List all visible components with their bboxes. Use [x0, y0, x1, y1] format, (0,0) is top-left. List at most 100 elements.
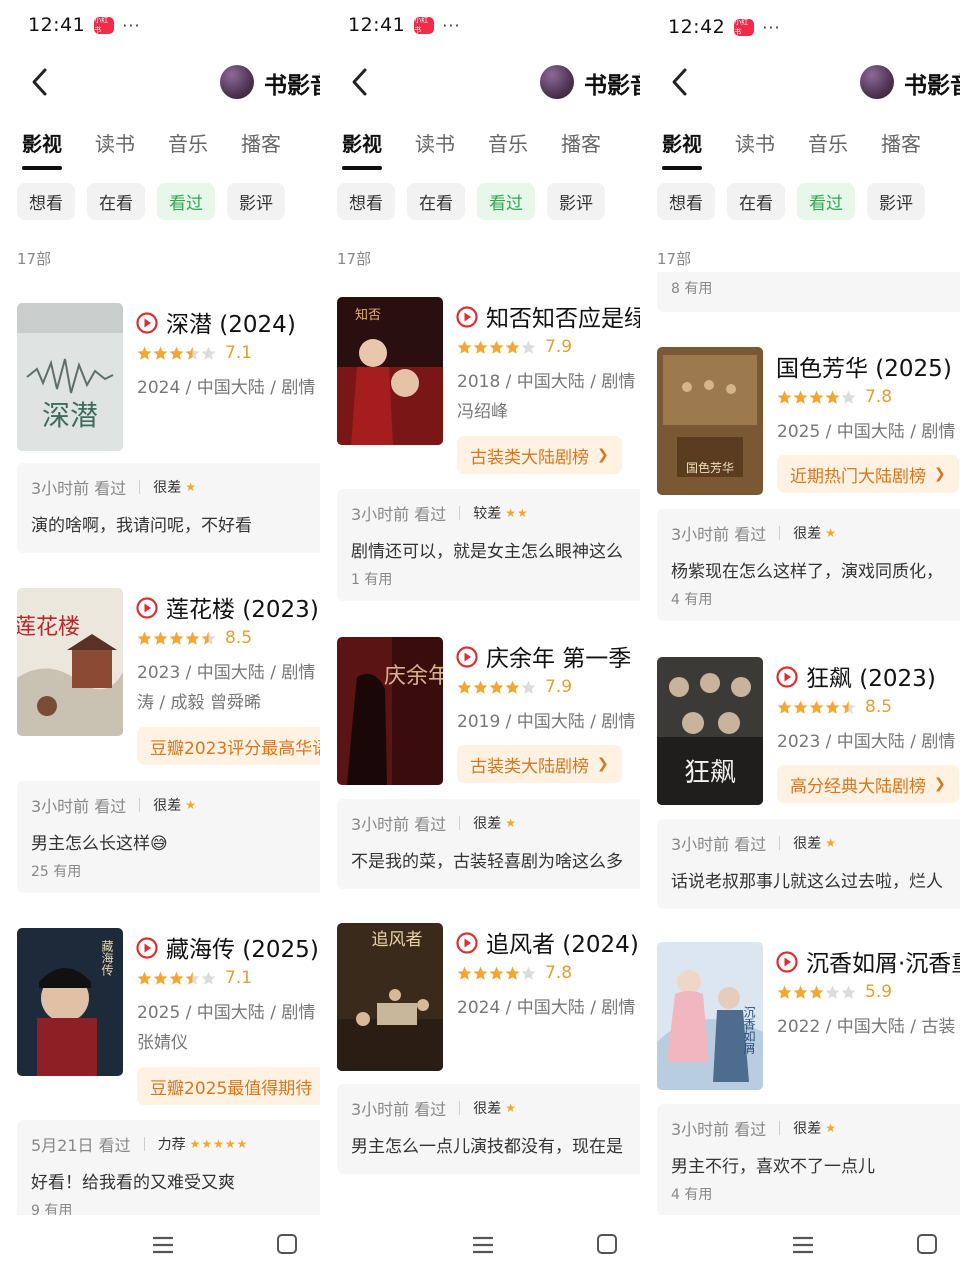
star-icon [841, 390, 856, 404]
star-icon [521, 966, 536, 980]
star-rating: 7.1 [137, 343, 252, 363]
rank-tag[interactable]: 豆瓣2023评分最高华语 [137, 727, 320, 765]
rating-score: 7.8 [545, 963, 573, 983]
useful-count[interactable]: 1 有用 [351, 569, 392, 589]
review-card[interactable]: 3小时前 看过 很差 ★ 男主不行，喜欢不了一点儿 4 有用 [657, 1104, 960, 1215]
item-title[interactable]: 深潜 (2024) [166, 305, 296, 339]
list[interactable]: 8 有用 国色芳华 国色芳华 (2025) 7.8 2025 / 中国大陆 / … [640, 272, 960, 1215]
home-square-icon[interactable] [597, 1234, 617, 1254]
review-card[interactable]: 3小时前 看过 较差 ★★ 剧情还可以，就是女主怎么眼神这么 1 有用 [337, 489, 640, 601]
poster-image[interactable]: 莲花楼 [17, 588, 123, 736]
list[interactable]: 知否 知否知否应是绿 7.9 2018 / 中国大陆 / 剧情 冯绍峰 古装类大… [320, 0, 640, 1215]
chevron-right-icon: ❯ [934, 466, 946, 482]
filter-want-to-watch[interactable]: 想看 [657, 183, 715, 220]
poster-image[interactable]: 国色芳华 [657, 347, 763, 495]
star-icon [201, 631, 216, 645]
useful-count[interactable]: 8 有用 [671, 278, 712, 298]
rank-tag[interactable]: 古装类大陆剧榜 ❯ [457, 436, 622, 474]
rank-tag[interactable]: 高分经典大陆剧榜 ❯ [777, 765, 959, 803]
item-title[interactable]: 藏海传 (2025) [166, 930, 319, 964]
item-title[interactable]: 追风者 (2024) [486, 925, 639, 959]
review-stars-icon: ★ [825, 526, 838, 540]
chevron-right-icon: ❯ [597, 756, 609, 772]
poster-image[interactable]: 深潜 [17, 303, 123, 451]
list[interactable]: 深潜 深潜 (2024) 7.1 2024 / 中国大陆 / 剧情 3小时前 看… [0, 0, 320, 1215]
rank-tag-label: 豆瓣2023评分最高华语 [150, 738, 320, 759]
poster-image[interactable]: 藏海传 [17, 928, 123, 1076]
star-icon [505, 966, 520, 980]
app-badge-icon: 小红书 [734, 18, 755, 36]
tab-books[interactable]: 读书 [735, 128, 775, 172]
review-text: 好看！给我看的又难受又爽 [31, 1173, 235, 1193]
poster-image[interactable]: 追风者 [337, 923, 443, 1071]
filter-reviews[interactable]: 影评 [867, 183, 925, 220]
home-square-icon[interactable] [277, 1234, 297, 1254]
rating-score: 7.9 [545, 337, 573, 357]
filter-watching[interactable]: 在看 [727, 183, 785, 220]
review-level: 很差 [473, 816, 502, 832]
poster-image[interactable]: 知否 [337, 297, 443, 445]
system-nav-bar [640, 1215, 960, 1280]
review-card[interactable]: 3小时前 看过 很差 ★ 男主怎么长这样😅 25 有用 [17, 781, 320, 893]
review-card[interactable]: 5月21日 看过 力荐 ★★★★★ 好看！给我看的又难受又爽 9 有用 [17, 1120, 320, 1215]
home-square-icon[interactable] [917, 1234, 937, 1254]
review-card[interactable]: 3小时前 看过 很差 ★ 话说老叔那事儿就这么过去啦，烂人 [657, 819, 960, 909]
star-icon [489, 966, 504, 980]
screen-panel-1: 12:41 小红书 ··· 书影音 影视 读书 音乐 播客 想看 在看 看过 影… [0, 0, 320, 1280]
back-arrow-icon[interactable] [670, 67, 690, 97]
item-title[interactable]: 国色芳华 (2025) [776, 349, 952, 383]
star-icon [153, 971, 168, 985]
menu-icon[interactable] [792, 1235, 814, 1255]
review-stars-icon: ★ [505, 816, 518, 830]
star-icon [201, 971, 216, 985]
system-nav-bar [0, 1215, 320, 1280]
menu-icon[interactable] [152, 1235, 174, 1255]
review-card[interactable]: 3小时前 看过 很差 ★ 演的啥啊，我请问呢，不好看 [17, 463, 320, 553]
item-title[interactable]: 庆余年 第一季 [486, 639, 631, 673]
poster-image[interactable]: 狂飙 [657, 657, 763, 805]
star-icon [777, 390, 792, 404]
rank-tag-label: 古装类大陆剧榜 [470, 447, 589, 468]
review-stars-icon: ★★★★★ [189, 1137, 249, 1151]
rating-score: 8.5 [225, 628, 253, 648]
review-card[interactable]: 3小时前 看过 很差 ★ 不是我的菜，古装轻喜剧为啥这么多 [337, 799, 640, 889]
rank-tag[interactable]: 古装类大陆剧榜 ❯ [457, 745, 622, 783]
filter-watched[interactable]: 看过 [797, 183, 855, 220]
item-title[interactable]: 沉香如屑·沉香重华 [806, 944, 960, 978]
item-title[interactable]: 莲花楼 (2023) [166, 590, 319, 624]
useful-count[interactable]: 9 有用 [31, 1200, 72, 1215]
separator [139, 798, 141, 812]
avatar[interactable] [860, 65, 894, 99]
rank-tag[interactable]: 近期热门大陆剧榜 ❯ [777, 455, 959, 493]
tab-podcasts[interactable]: 播客 [881, 128, 921, 172]
review-card[interactable]: 3小时前 看过 很差 ★ 男主怎么一点儿演技都没有，现在是 [337, 1084, 640, 1174]
rank-tag[interactable]: 豆瓣2025最值得期待 [137, 1067, 320, 1105]
useful-count[interactable]: 4 有用 [671, 589, 712, 609]
star-icon [137, 631, 152, 645]
review-text: 男主怎么长这样😅 [31, 834, 168, 854]
useful-count[interactable]: 25 有用 [31, 861, 81, 881]
review-card[interactable]: 3小时前 看过 很差 ★ 杨紫现在怎么这样了，演戏同质化， 4 有用 [657, 509, 960, 621]
page-title: 书影音 [904, 73, 960, 99]
rating-score: 7.8 [865, 387, 893, 407]
review-level: 很差 [793, 526, 822, 542]
rating-score: 7.9 [545, 677, 573, 697]
star-rating: 8.5 [777, 697, 892, 717]
star-icon [153, 631, 168, 645]
play-icon [456, 932, 478, 954]
review-time: 5月21日 看过 [31, 1136, 131, 1155]
useful-count[interactable]: 4 有用 [671, 1184, 712, 1204]
separator [459, 1101, 461, 1115]
item-title[interactable]: 知否知否应是绿 [486, 299, 640, 333]
poster-image[interactable]: 沉香如屑 [657, 942, 763, 1090]
review-card-partial[interactable]: 8 有用 [657, 272, 960, 312]
more-dots-icon: ··· [762, 17, 781, 37]
review-text: 不是我的菜，古装轻喜剧为啥这么多 [351, 852, 623, 872]
tab-music[interactable]: 音乐 [808, 128, 848, 172]
item-title[interactable]: 狂飙 (2023) [806, 659, 936, 693]
poster-image[interactable]: 庆余年 [337, 637, 443, 785]
star-rating: 7.9 [457, 677, 572, 697]
tab-movies-tv[interactable]: 影视 [662, 128, 702, 172]
poster-title: 藏海传 [100, 940, 114, 976]
menu-icon[interactable] [472, 1235, 494, 1255]
